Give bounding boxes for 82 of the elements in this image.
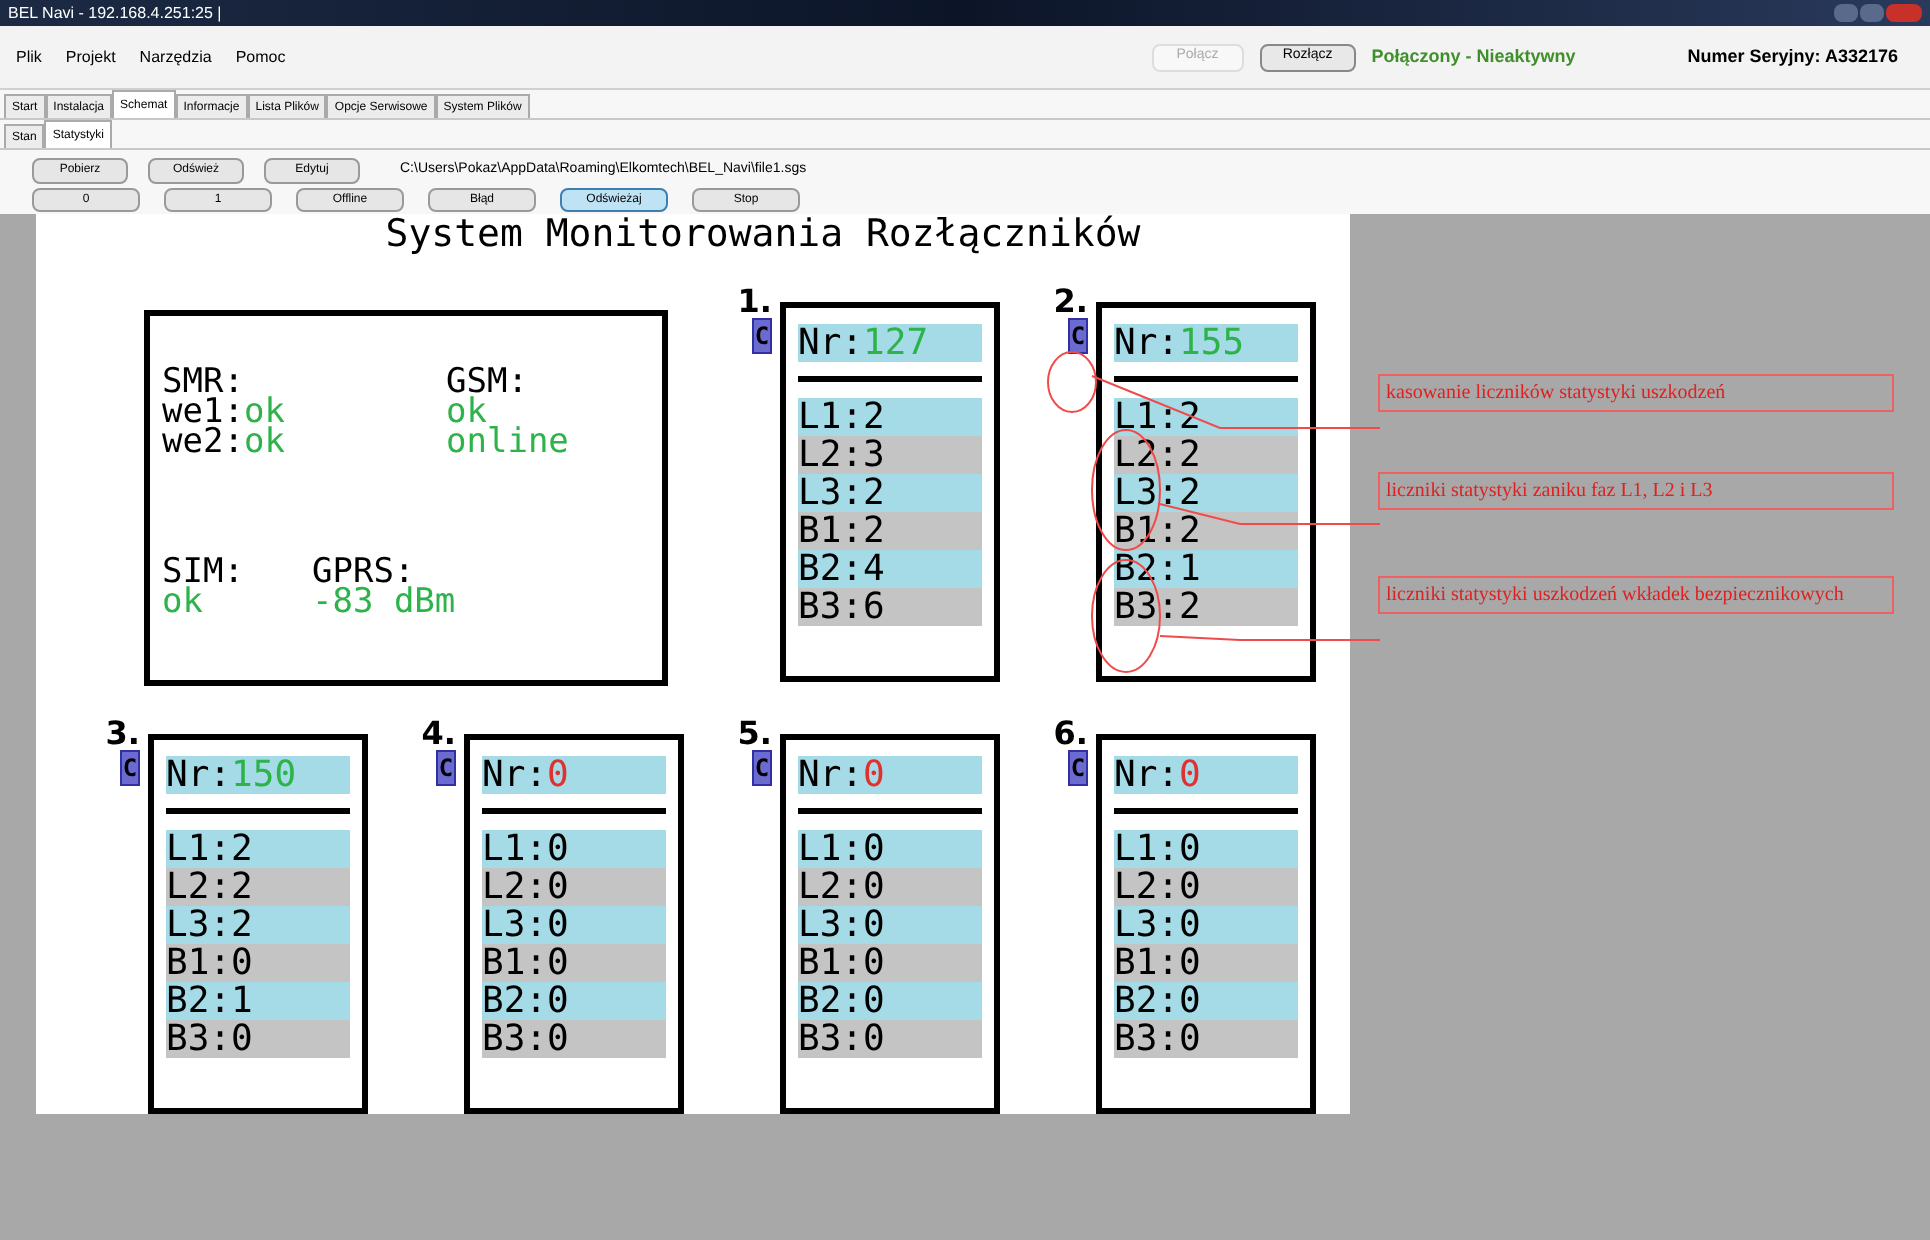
status-label: we1: xyxy=(162,398,244,428)
card-number: 3. xyxy=(105,718,140,750)
status-label: SIM: xyxy=(162,557,246,587)
counter-row: B3:0 xyxy=(166,1020,350,1058)
reset-button[interactable]: C xyxy=(1068,318,1088,354)
nr-value: 127 xyxy=(863,324,929,362)
status-value: ok xyxy=(243,428,285,458)
counter-row: L3:2 xyxy=(166,906,350,944)
counter-row: B2:0 xyxy=(798,982,982,1020)
status-label: GSM: xyxy=(446,368,530,398)
menu-item[interactable]: Narzędzia xyxy=(139,45,212,69)
counter-row: B2:4 xyxy=(798,550,982,588)
counter-row: L2:2 xyxy=(166,868,350,906)
status-value: -83 dBm xyxy=(312,587,456,617)
card-number: 4. xyxy=(421,718,456,750)
counter-row: B1:2 xyxy=(798,512,982,550)
counter-row: L1:0 xyxy=(798,830,982,868)
annotation-box: liczniki statystyki zaniku faz L1, L2 i L3 xyxy=(1378,472,1894,510)
nr-value: 0 xyxy=(1179,756,1201,794)
maximize-icon[interactable] xyxy=(1860,4,1884,22)
card-number: 2. xyxy=(1053,286,1088,318)
annotation-box: liczniki statystyki uszkodzeń wkładek bezpiecznikowych xyxy=(1378,576,1894,614)
counter-row: L1:2 xyxy=(798,398,982,436)
counter-row: B1:0 xyxy=(166,944,350,982)
menu-item[interactable]: Plik xyxy=(16,45,42,69)
counter-row: B3:0 xyxy=(482,1020,666,1058)
counter-row: B1:0 xyxy=(798,944,982,982)
card-number: 5. xyxy=(737,718,772,750)
counter-row: B2:0 xyxy=(1114,982,1298,1020)
counter-row: L3:0 xyxy=(482,906,666,944)
status-label: GPRS: xyxy=(312,557,415,587)
card-number: 1. xyxy=(737,286,772,318)
counter-row: B2:1 xyxy=(166,982,350,1020)
serial-number: Numer Seryjny: A332176 xyxy=(1687,43,1898,70)
minimize-icon[interactable] xyxy=(1834,4,1858,22)
counter-row: B3:0 xyxy=(1114,1020,1298,1058)
status-label: SMR: xyxy=(162,368,246,398)
close-icon[interactable] xyxy=(1886,4,1922,22)
nr-value: 150 xyxy=(231,756,297,794)
nr-label: Nr: xyxy=(166,756,232,794)
status-label: we2: xyxy=(162,428,244,458)
nr-label: Nr: xyxy=(482,756,548,794)
counter-row: L2:3 xyxy=(798,436,982,474)
screen-title: System Monitorowania Rozłączników xyxy=(383,214,1143,254)
reset-button[interactable]: C xyxy=(752,318,772,354)
counter-row: L3:2 xyxy=(798,474,982,512)
reset-button[interactable]: C xyxy=(752,750,772,786)
nr-value: 0 xyxy=(547,756,569,794)
counter-row: B1:0 xyxy=(482,944,666,982)
menu-item[interactable]: Pomoc xyxy=(235,45,286,69)
status-value: ok xyxy=(243,398,285,428)
nr-label: Nr: xyxy=(798,324,864,362)
counter-row: L1:0 xyxy=(1114,830,1298,868)
counter-row: B3:6 xyxy=(798,588,982,626)
status-value: online xyxy=(446,428,571,458)
menu-item[interactable]: Projekt xyxy=(65,45,116,69)
card-number: 6. xyxy=(1053,718,1088,750)
counter-row: L1:2 xyxy=(166,830,350,868)
counter-row: B2:0 xyxy=(482,982,666,1020)
counter-row: L1:2 xyxy=(1114,398,1298,436)
nr-value: 0 xyxy=(863,756,885,794)
counter-row: L2:0 xyxy=(482,868,666,906)
window-title: BEL Navi - 192.168.4.251:25 | xyxy=(8,5,222,21)
status-value: ok xyxy=(446,398,487,428)
reset-button[interactable]: C xyxy=(436,750,456,786)
nr-label: Nr: xyxy=(798,756,864,794)
counter-row: L3:0 xyxy=(798,906,982,944)
status-value: ok xyxy=(162,587,203,617)
counter-row: L2:0 xyxy=(798,868,982,906)
counter-row: L1:0 xyxy=(482,830,666,868)
highlight-ellipse xyxy=(1047,351,1097,413)
counter-row: L2:0 xyxy=(1114,868,1298,906)
nr-label: Nr: xyxy=(1114,756,1180,794)
reset-button[interactable]: C xyxy=(120,750,140,786)
counter-row: L3:0 xyxy=(1114,906,1298,944)
nr-label: Nr: xyxy=(1114,324,1180,362)
annotation-box: kasowanie liczników statystyki uszkodzeń xyxy=(1378,374,1894,412)
counter-row: B3:0 xyxy=(798,1020,982,1058)
nr-value: 155 xyxy=(1179,324,1245,362)
counter-row: B1:0 xyxy=(1114,944,1298,982)
reset-button[interactable]: C xyxy=(1068,750,1088,786)
connection-status: Połączony - Nieaktywny xyxy=(1371,43,1578,70)
